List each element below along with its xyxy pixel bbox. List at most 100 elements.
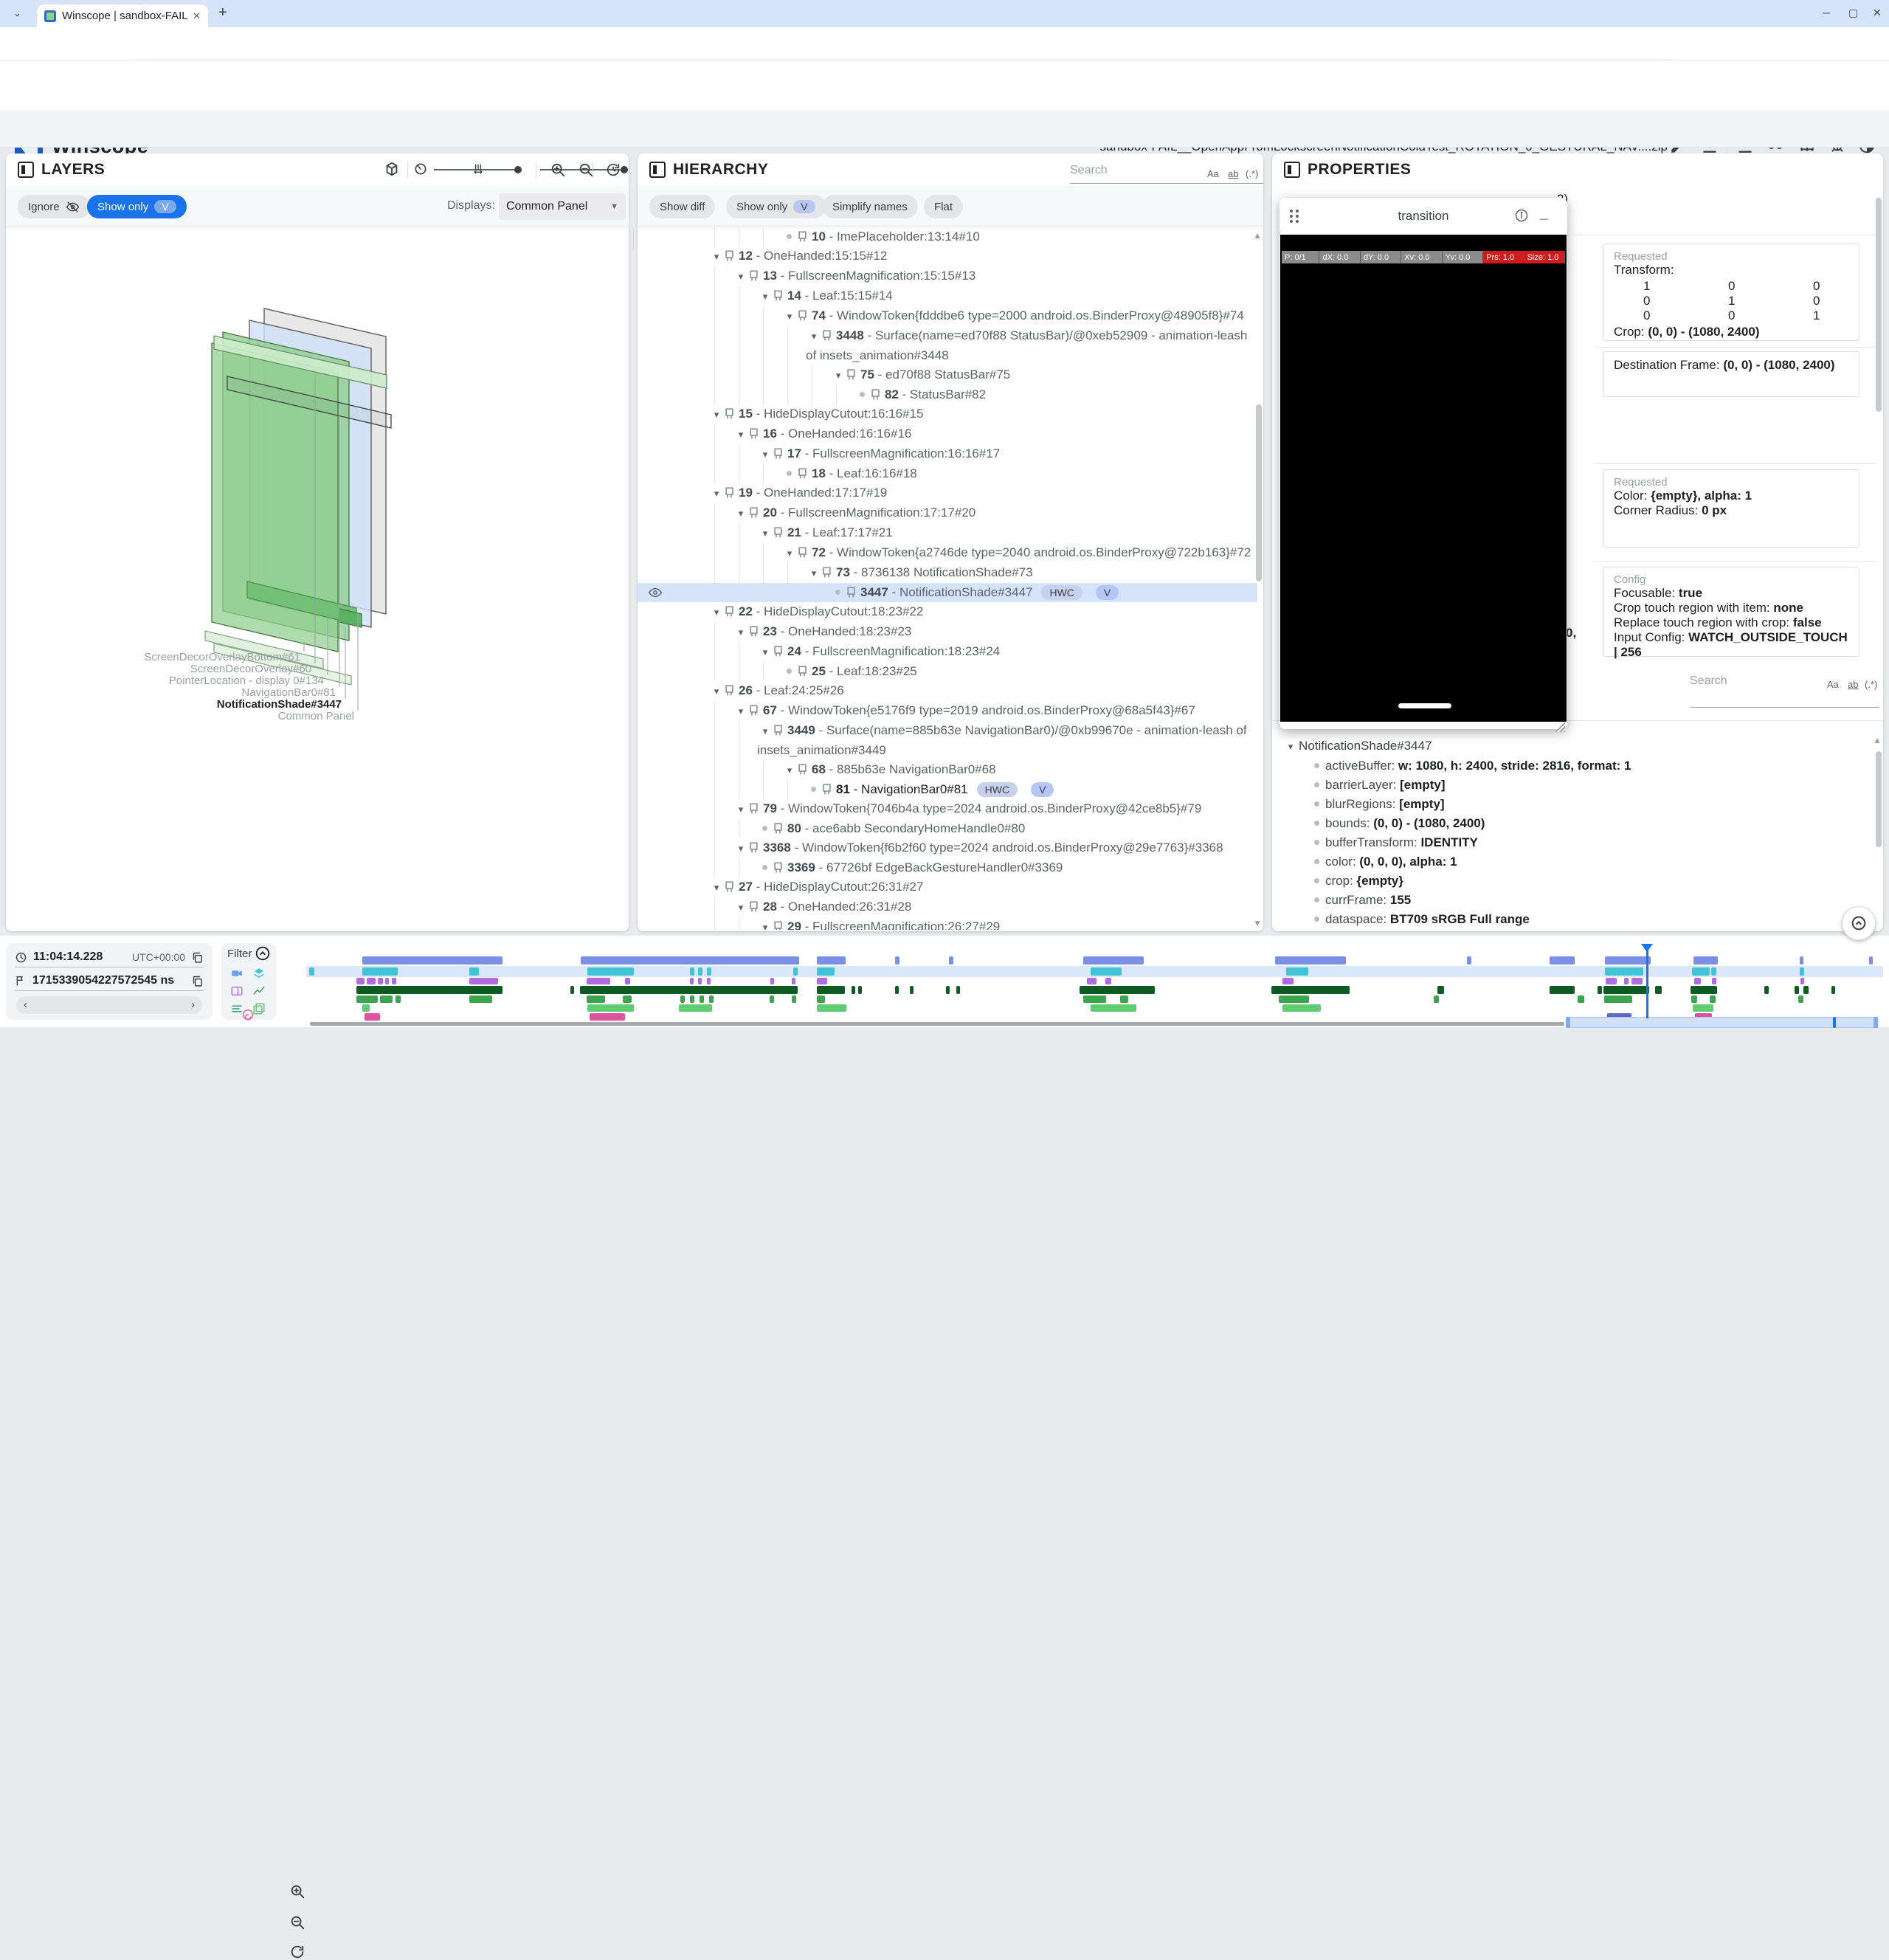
hierarchy-row-24[interactable]: ▾24 - FullscreenMagnification:18:23#24 (638, 642, 1257, 662)
hierarchy-row-13[interactable]: ▾13 - FullscreenMagnification:15:15#13 (638, 266, 1257, 286)
timeline-canvas[interactable] (306, 936, 1883, 1027)
show-diff-chip[interactable]: Show diff (649, 195, 715, 218)
expand-arrow-icon[interactable]: ▾ (708, 682, 725, 701)
hierarchy-row-15[interactable]: ▾15 - HideDisplayCutout:16:16#15 (638, 404, 1257, 424)
expand-arrow-icon[interactable]: ▾ (708, 878, 725, 897)
collapse-filter-icon[interactable] (255, 946, 270, 961)
expand-arrow-icon[interactable]: ▾ (757, 722, 773, 741)
hierarchy-row-10[interactable]: 10 - ImePlaceholder:13:14#10 (638, 227, 1257, 246)
timeline-zoom-out-icon[interactable] (289, 1914, 305, 1930)
zoom-in-icon[interactable] (550, 162, 566, 178)
tab-search-chevron-icon[interactable]: ⌄ (13, 7, 21, 19)
property-row[interactable]: bufferTransform: IDENTITY (1282, 833, 1876, 852)
zoom-out-icon[interactable] (578, 162, 594, 178)
window-minimize-button[interactable]: ─ (1823, 7, 1830, 18)
browser-tab[interactable]: Winscope | sandbox-FAIL ✕ (37, 4, 208, 27)
window-maximize-button[interactable]: ▢ (1848, 7, 1858, 19)
simplify-names-chip[interactable]: Simplify names (822, 195, 918, 218)
expand-arrow-icon[interactable]: ▾ (806, 327, 822, 346)
hierarchy-row-19[interactable]: ▾19 - OneHanded:17:17#19 (638, 483, 1257, 503)
regex-toggle[interactable]: (.*) (1865, 679, 1877, 690)
hierarchy-row-80[interactable]: 80 - ace6abb SecondaryHomeHandle0#80 (638, 819, 1257, 838)
scroll-up-arrow[interactable]: ▲ (1873, 735, 1882, 745)
displays-select[interactable]: Common Panel ▼ (499, 193, 626, 220)
hierarchy-scrollbar[interactable] (1256, 404, 1262, 582)
match-word-toggle[interactable]: ab (1228, 168, 1238, 179)
hierarchy-row-16[interactable]: ▾16 - OneHanded:16:16#16 (638, 424, 1257, 444)
layers-3d-view[interactable]: ScreenDecorOverlayBottom#61ScreenDecorOv… (6, 229, 629, 930)
rotation-dial-icon[interactable] (413, 162, 428, 176)
timeline-zoom-in-icon[interactable] (289, 1883, 305, 1899)
regex-toggle[interactable]: (.*) (1246, 168, 1258, 179)
expand-arrow-icon[interactable]: ▾ (733, 702, 749, 721)
expand-arrow-icon[interactable]: ▾ (733, 800, 749, 819)
expand-arrow-icon[interactable]: ▾ (781, 307, 798, 326)
expand-arrow-icon[interactable]: ▾ (757, 445, 773, 464)
expand-arrow-icon[interactable]: ▾ (708, 484, 725, 503)
property-row[interactable]: bounds: (0, 0) - (1080, 2400) (1282, 814, 1876, 833)
expand-arrow-icon[interactable]: ▾ (781, 544, 798, 563)
3d-view-cube-icon[interactable] (384, 161, 400, 177)
hierarchy-row-82[interactable]: 82 - StatusBar#82 (638, 385, 1257, 404)
hierarchy-row-3368[interactable]: ▾3368 - WindowToken{f6b2f60 type=2024 an… (638, 838, 1257, 858)
property-row[interactable]: currFrame: 155 (1282, 891, 1876, 910)
hierarchy-row-3369[interactable]: 3369 - 67726bf EdgeBackGestureHandler0#3… (638, 858, 1257, 877)
hierarchy-row-17[interactable]: ▾17 - FullscreenMagnification:16:16#17 (638, 444, 1257, 464)
hierarchy-row-29[interactable]: ▾29 - FullscreenMagnification:26:27#29 (638, 917, 1257, 930)
hierarchy-row-73[interactable]: ▾73 - 8736138 NotificationShade#73 (638, 563, 1257, 583)
frame-step-control[interactable]: ‹ › (16, 996, 202, 1014)
expand-arrow-icon[interactable]: ▾ (733, 267, 749, 286)
hierarchy-row-81[interactable]: 81 - NavigationBar0#81HWCV (638, 780, 1257, 799)
expand-arrow-icon[interactable]: ▾ (708, 405, 725, 424)
collapse-panel-icon[interactable] (18, 162, 34, 178)
hierarchy-row-75[interactable]: ▾75 - ed70f88 StatusBar#75 (638, 365, 1257, 385)
collapse-panel-icon[interactable] (649, 162, 666, 178)
flat-chip[interactable]: Flat (924, 195, 963, 218)
expand-arrow-icon[interactable]: ▾ (708, 603, 725, 622)
new-tab-button[interactable]: + (218, 4, 227, 21)
collapse-to-top-button[interactable] (1842, 906, 1876, 940)
show-only-chip[interactable]: Show only V (87, 195, 187, 218)
property-row[interactable]: color: (0, 0, 0), alpha: 1 (1282, 852, 1876, 872)
resize-handle[interactable] (1555, 722, 1565, 732)
expand-arrow-icon[interactable]: ▾ (733, 425, 749, 444)
minimize-icon[interactable]: _ (1540, 205, 1548, 222)
expand-arrow-icon[interactable]: ▾ (806, 564, 822, 583)
expand-arrow-icon[interactable]: ▾ (757, 524, 773, 543)
hierarchy-row-3449[interactable]: ▾3449 - Surface(name=885b63e NavigationB… (638, 721, 1257, 760)
hierarchy-row-22[interactable]: ▾22 - HideDisplayCutout:18:23#22 (638, 602, 1257, 622)
property-row[interactable]: blurRegions: [empty] (1282, 795, 1876, 814)
properties-root-row[interactable]: ▾NotificationShade#3447 (1282, 736, 1876, 756)
transition-preview-window[interactable]: transition _ P: 0/1dX: 0.0dY: 0.0Xv: 0.0… (1280, 198, 1567, 729)
hierarchy-row-18[interactable]: 18 - Leaf:16:16#18 (638, 464, 1257, 483)
match-case-toggle[interactable]: Aa (1827, 679, 1839, 690)
expand-arrow-icon[interactable]: ▾ (733, 898, 749, 917)
hierarchy-row-72[interactable]: ▾72 - WindowToken{a2746de type=2040 andr… (638, 543, 1257, 563)
hierarchy-row-23[interactable]: ▾23 - OneHanded:18:23#23 (638, 622, 1257, 642)
info-icon[interactable] (1514, 208, 1529, 223)
expand-arrow-icon[interactable]: ▾ (757, 918, 773, 930)
match-case-toggle[interactable]: Aa (1207, 168, 1219, 179)
expand-arrow-icon[interactable]: ▾ (733, 623, 749, 642)
expand-arrow-icon[interactable]: ▾ (733, 839, 749, 858)
property-row[interactable]: dataspace: BT709 sRGB Full range (1282, 910, 1876, 929)
property-row[interactable]: barrierLayer: [empty] (1282, 776, 1876, 795)
hierarchy-row-3448[interactable]: ▾3448 - Surface(name=ed70f88 StatusBar)/… (638, 326, 1257, 365)
expand-arrow-icon[interactable]: ▾ (757, 287, 773, 306)
hierarchy-row-68[interactable]: ▾68 - 885b63e NavigationBar0#68 (638, 760, 1257, 780)
scroll-up-arrow[interactable]: ▲ (1253, 230, 1262, 241)
timeline-range-selection[interactable] (1566, 1017, 1878, 1028)
hierarchy-row-12[interactable]: ▾12 - OneHanded:15:15#12 (638, 246, 1257, 266)
collapse-panel-icon[interactable] (1284, 162, 1300, 178)
hierarchy-row-26[interactable]: ▾26 - Leaf:24:25#26 (638, 681, 1257, 701)
hierarchy-row-20[interactable]: ▾20 - FullscreenMagnification:17:17#20 (638, 503, 1257, 523)
window-close-button[interactable]: ✕ (1873, 7, 1882, 19)
hierarchy-row-79[interactable]: ▾79 - WindowToken{7046b4a type=2024 andr… (638, 799, 1257, 819)
previous-frame-arrow[interactable]: ‹ (24, 998, 27, 1011)
hierarchy-row-28[interactable]: ▾28 - OneHanded:26:31#28 (638, 897, 1257, 917)
copy-icon[interactable] (191, 975, 204, 987)
properties-tree-scrollbar[interactable] (1876, 751, 1882, 847)
timeline-cursor[interactable] (1646, 945, 1648, 1018)
timeline-refresh-icon[interactable] (289, 1944, 305, 1960)
hierarchy-search[interactable]: Search (1070, 164, 1254, 177)
